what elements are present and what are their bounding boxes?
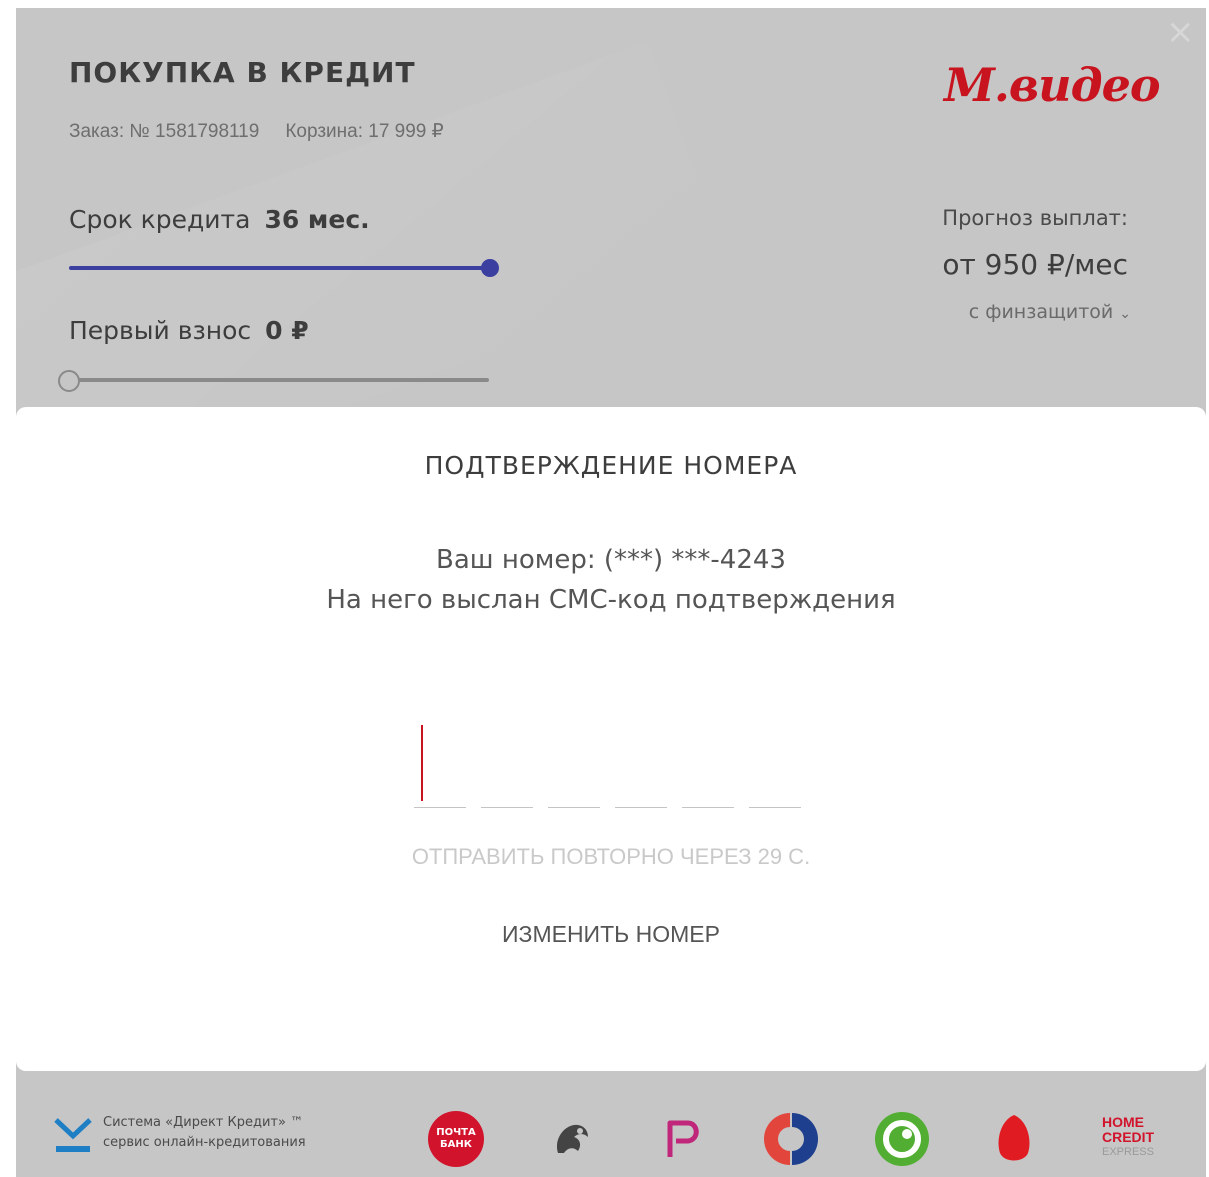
- code-digit-3[interactable]: [548, 725, 600, 808]
- footer-partners: Система «Директ Кредит» ™ сервис онлайн-…: [16, 1071, 1206, 1177]
- down-payment-label: Первый взнос 0 ₽: [69, 316, 309, 345]
- direct-credit-line2: сервис онлайн-кредитования: [103, 1135, 306, 1150]
- sms-code-input[interactable]: [414, 725, 804, 809]
- pochta-line1: ПОЧТА: [436, 1127, 476, 1138]
- down-payment-value: 0 ₽: [265, 316, 309, 345]
- code-digit-5[interactable]: [682, 725, 734, 808]
- close-icon[interactable]: ×: [1166, 15, 1195, 49]
- insurance-label: с финзащитой: [968, 301, 1114, 323]
- credit-term-slider-thumb[interactable]: [481, 259, 499, 277]
- down-payment-slider-track[interactable]: [69, 378, 489, 382]
- credit-term-label: Срок кредита 36 мес.: [69, 205, 370, 234]
- direct-credit-logo: [54, 1118, 92, 1152]
- mvideo-logo: М.видео: [944, 58, 1161, 112]
- credit-europe-logo: [998, 1115, 1030, 1161]
- insurance-toggle[interactable]: с финзащитой ⌄: [969, 301, 1131, 323]
- home-credit-line2: CREDIT: [1102, 1129, 1155, 1145]
- page-title: ПОКУПКА В КРЕДИТ: [69, 56, 416, 89]
- confirm-title: ПОДТВЕРЖДЕНИЕ НОМЕРА: [424, 451, 798, 480]
- pochta-bank-logo: ПОЧТА БАНК: [428, 1111, 484, 1167]
- phone-number-text: Ваш номер: (***) ***-4243: [436, 545, 786, 575]
- resend-timer-text: ОТПРАВИТЬ ПОВТОРНО ЧЕРЕЗ 29 С.: [411, 844, 811, 869]
- otp-bank-logo: [875, 1112, 929, 1166]
- direct-credit-text: Система «Директ Кредит» ™ сервис онлайн-…: [103, 1113, 306, 1153]
- sms-sent-text: На него выслан СМС-код подтверждения: [326, 585, 896, 615]
- griffin-bank-logo: [556, 1124, 588, 1153]
- down-payment-slider-thumb[interactable]: [58, 370, 80, 392]
- home-credit-line1: HOME: [1102, 1114, 1144, 1130]
- code-digit-6[interactable]: [749, 725, 801, 808]
- direct-credit-line1: Система «Директ Кредит» ™: [103, 1115, 304, 1130]
- order-info: Заказ: № 1581798119 Корзина: 17 999 ₽: [69, 120, 444, 143]
- cart-total: Корзина: 17 999 ₽: [285, 121, 444, 142]
- credit-term-title: Срок кредита: [69, 205, 251, 234]
- text-cursor: [421, 725, 423, 801]
- forecast-value: от 950 ₽/мес: [942, 248, 1128, 281]
- order-number: Заказ: № 1581798119: [69, 121, 260, 142]
- home-credit-logo: HOME CREDIT EXPRESS: [1102, 1115, 1154, 1160]
- credit-modal: × ПОКУПКА В КРЕДИТ Заказ: № 1581798119 Ко…: [16, 8, 1206, 1177]
- code-digit-4[interactable]: [615, 725, 667, 808]
- home-credit-line3: EXPRESS: [1102, 1146, 1154, 1158]
- credit-term-slider-track[interactable]: [69, 266, 489, 270]
- down-payment-title: Первый взнос: [69, 316, 252, 345]
- chevron-down-icon: ⌄: [1119, 306, 1131, 322]
- code-digit-1[interactable]: [414, 725, 466, 808]
- pochta-line2: БАНК: [440, 1139, 472, 1150]
- credit-term-value: 36 мес.: [264, 205, 370, 234]
- forecast-label: Прогноз выплат:: [942, 206, 1128, 230]
- sovcombank-logo: [764, 1113, 818, 1165]
- change-number-link[interactable]: ИЗМЕНИТЬ НОМЕР: [16, 921, 1206, 948]
- renaissance-bank-logo: [667, 1120, 699, 1157]
- confirm-phone-panel: ПОДТВЕРЖДЕНИЕ НОМЕРА Ваш номер: (***) **…: [16, 407, 1206, 1071]
- code-digit-2[interactable]: [481, 725, 533, 808]
